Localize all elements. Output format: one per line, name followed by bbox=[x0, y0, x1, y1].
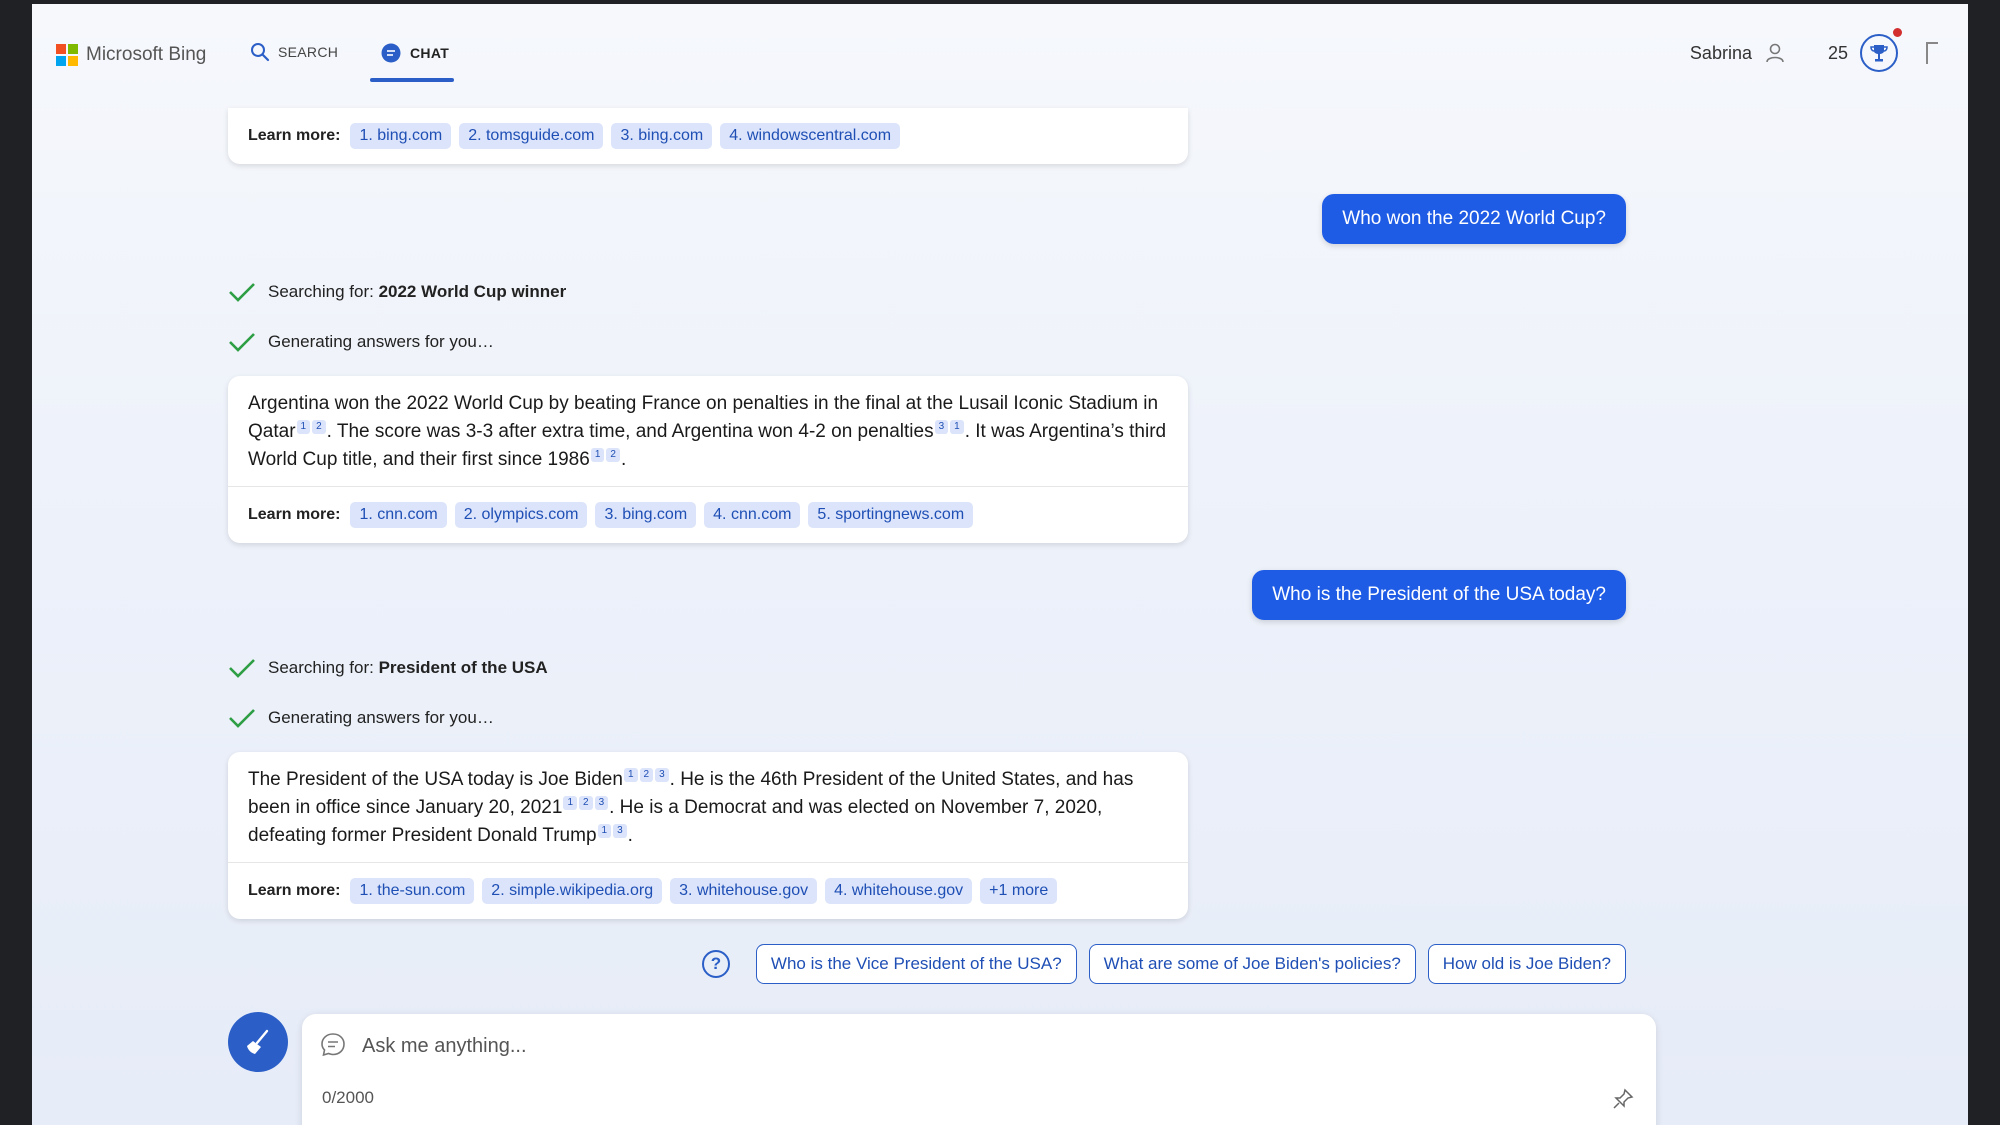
source-link[interactable]: 1. the-sun.com bbox=[350, 878, 475, 904]
search-term: President of the USA bbox=[378, 658, 548, 677]
bot-answer-card: Argentina won the 2022 World Cup by beat… bbox=[228, 376, 1188, 543]
checkmark-icon bbox=[229, 709, 255, 728]
learn-more-row: Learn more: 1. the-sun.com 2. simple.wik… bbox=[228, 863, 1188, 919]
previous-answer-card: Learn more: 1. bing.com 2. tomsguide.com… bbox=[228, 108, 1188, 164]
citation[interactable]: 1 bbox=[623, 768, 638, 782]
brand-name: Microsoft Bing bbox=[86, 44, 207, 65]
source-link[interactable]: 4. whitehouse.gov bbox=[825, 878, 973, 904]
generating-text: Generating answers for you… bbox=[268, 332, 494, 351]
citation[interactable]: 3 bbox=[613, 824, 627, 838]
checkmark-icon bbox=[229, 283, 255, 302]
answer-text: The President of the USA today is Joe Bi… bbox=[228, 752, 1188, 863]
search-icon bbox=[251, 43, 270, 62]
source-link[interactable]: 4. cnn.com bbox=[704, 502, 801, 528]
search-prefix: Searching for: bbox=[268, 658, 379, 677]
citation[interactable]: 3 bbox=[934, 420, 949, 434]
search-status: Searching for: President of the USA bbox=[228, 658, 548, 678]
answer-fragment: The President of the USA today is Joe Bi… bbox=[248, 769, 623, 790]
tab-search-label: SEARCH bbox=[278, 44, 339, 60]
learn-more-label: Learn more: bbox=[248, 506, 341, 523]
bot-answer-card: The President of the USA today is Joe Bi… bbox=[228, 752, 1188, 919]
chat-composer: 0/2000 bbox=[302, 1014, 1656, 1125]
search-prefix: Searching for: bbox=[268, 282, 379, 301]
source-link[interactable]: 2. olympics.com bbox=[454, 502, 588, 528]
bing-chat-window: Microsoft Bing SEARCH CHAT Sabrina 25 Le… bbox=[32, 4, 1968, 1125]
search-status-text: Searching for: 2022 World Cup winner bbox=[268, 282, 566, 302]
user-message: Who won the 2022 World Cup? bbox=[1322, 194, 1626, 244]
user-message: Who is the President of the USA today? bbox=[1252, 570, 1626, 620]
broom-icon bbox=[247, 1029, 269, 1054]
source-link[interactable]: 5. sportingnews.com bbox=[808, 502, 974, 528]
trophy-icon bbox=[1870, 45, 1888, 62]
citation[interactable]: 1 bbox=[597, 824, 612, 838]
tab-chat-label: CHAT bbox=[410, 45, 450, 61]
citation[interactable]: 1 bbox=[563, 796, 577, 810]
chat-bubble-icon bbox=[321, 1033, 345, 1057]
header: Microsoft Bing SEARCH CHAT Sabrina 25 bbox=[32, 4, 1968, 84]
source-link[interactable]: 3. whitehouse.gov bbox=[670, 878, 818, 904]
pin-icon[interactable] bbox=[1612, 1088, 1634, 1110]
source-link[interactable]: 3. bing.com bbox=[611, 123, 713, 149]
tab-chat[interactable]: CHAT bbox=[380, 42, 449, 64]
source-link[interactable]: 1. cnn.com bbox=[350, 502, 447, 528]
citation[interactable]: 2 bbox=[606, 448, 620, 462]
checkmark-icon bbox=[229, 659, 255, 678]
search-term: 2022 World Cup winner bbox=[378, 282, 567, 301]
citation[interactable]: 2 bbox=[312, 420, 326, 434]
answer-fragment: . bbox=[627, 825, 633, 846]
learn-more-row: Learn more: 1. cnn.com 2. olympics.com 3… bbox=[228, 487, 1188, 543]
citation[interactable]: 3 bbox=[655, 768, 669, 782]
citation[interactable]: 1 bbox=[590, 448, 605, 462]
bing-logo[interactable]: Microsoft Bing bbox=[56, 44, 206, 66]
user-icon[interactable] bbox=[1764, 42, 1786, 64]
chat-icon bbox=[381, 43, 401, 63]
source-link[interactable]: 2. simple.wikipedia.org bbox=[482, 878, 663, 904]
more-sources-link[interactable]: +1 more bbox=[980, 878, 1058, 904]
suggestion-chip[interactable]: What are some of Joe Biden's policies? bbox=[1088, 944, 1416, 984]
search-status-text: Searching for: President of the USA bbox=[268, 658, 548, 678]
source-link[interactable]: 1. bing.com bbox=[350, 123, 452, 149]
question-mark-icon: ? bbox=[701, 950, 730, 978]
active-tab-indicator bbox=[370, 78, 454, 82]
answer-fragment: . The score was 3-3 after extra time, an… bbox=[326, 421, 934, 442]
learn-more-label: Learn more: bbox=[248, 882, 341, 899]
citation[interactable]: 1 bbox=[950, 420, 964, 434]
citation[interactable]: 2 bbox=[639, 768, 654, 782]
generating-text: Generating answers for you… bbox=[268, 708, 494, 727]
microsoft-logo-icon bbox=[56, 44, 78, 66]
header-account-area: Sabrina 25 bbox=[1690, 28, 1938, 72]
generating-status: Generating answers for you… bbox=[228, 708, 494, 728]
answer-text: Argentina won the 2022 World Cup by beat… bbox=[228, 376, 1188, 487]
notifications-icon[interactable] bbox=[1926, 42, 1938, 64]
chat-input[interactable] bbox=[362, 1028, 1462, 1064]
generating-status: Generating answers for you… bbox=[228, 332, 494, 352]
search-status: Searching for: 2022 World Cup winner bbox=[228, 282, 566, 302]
source-link[interactable]: 2. tomsguide.com bbox=[459, 123, 604, 149]
new-topic-button[interactable] bbox=[228, 1012, 288, 1072]
notification-dot bbox=[1893, 28, 1902, 37]
character-counter: 0/2000 bbox=[322, 1088, 374, 1107]
suggestion-chip[interactable]: How old is Joe Biden? bbox=[1427, 944, 1626, 984]
learn-more-label: Learn more: bbox=[248, 127, 341, 144]
checkmark-icon bbox=[229, 333, 255, 352]
tab-search[interactable]: SEARCH bbox=[250, 42, 338, 62]
rewards-button[interactable] bbox=[1860, 28, 1902, 72]
learn-more-row: Learn more: 1. bing.com 2. tomsguide.com… bbox=[228, 108, 1188, 164]
citation[interactable]: 3 bbox=[594, 796, 609, 810]
citation[interactable]: 2 bbox=[579, 796, 593, 810]
citation[interactable]: 1 bbox=[296, 420, 311, 434]
suggestion-chip[interactable]: Who is the Vice President of the USA? bbox=[755, 944, 1077, 984]
rewards-count[interactable]: 25 bbox=[1828, 43, 1848, 64]
source-link[interactable]: 3. bing.com bbox=[595, 502, 697, 528]
source-link[interactable]: 4. windowscentral.com bbox=[720, 123, 901, 149]
answer-fragment: . bbox=[620, 449, 627, 470]
user-name[interactable]: Sabrina bbox=[1690, 43, 1752, 64]
suggested-questions: ? Who is the Vice President of the USA? … bbox=[701, 944, 1626, 984]
